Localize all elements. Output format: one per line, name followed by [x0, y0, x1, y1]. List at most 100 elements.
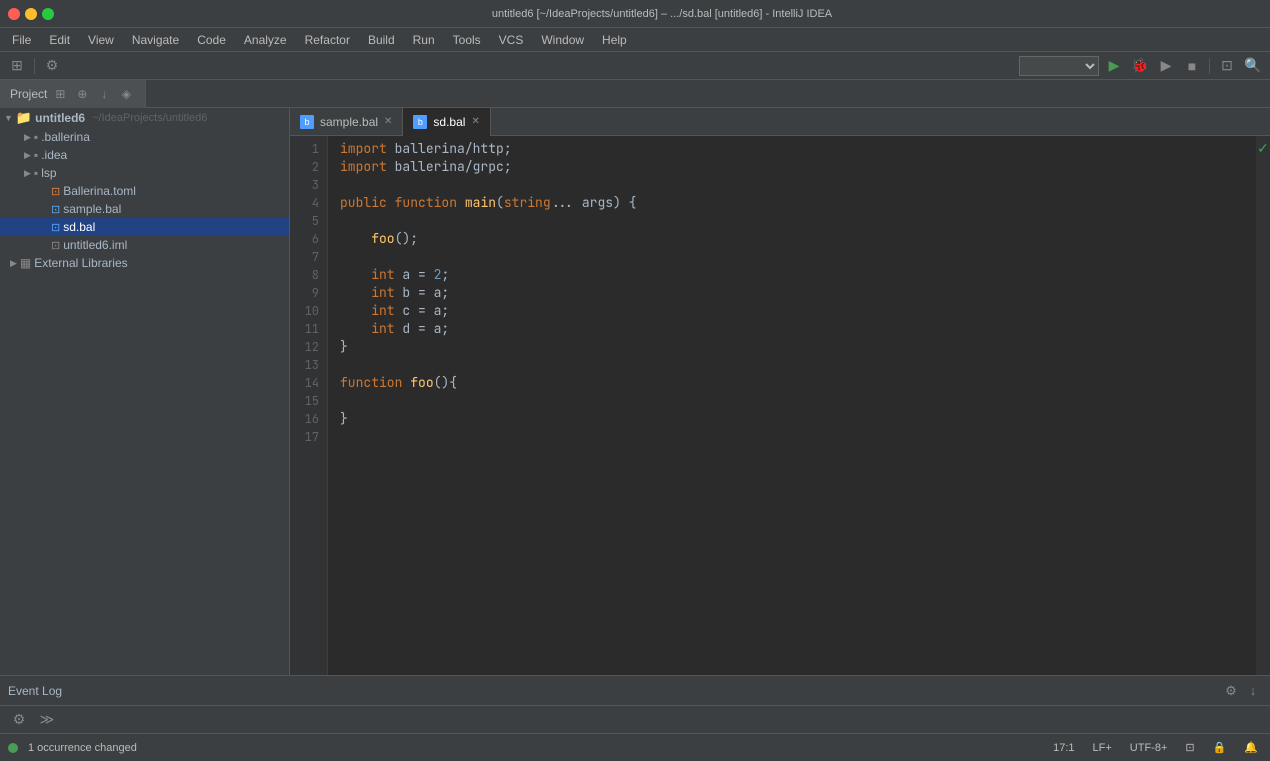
menu-refactor[interactable]: Refactor — [297, 31, 358, 49]
ext-libs-icon: ▦ — [20, 256, 31, 270]
search-everywhere-button[interactable]: 🔍 — [1242, 55, 1264, 77]
file-icon-toml: ⊡ — [51, 185, 60, 198]
menu-view[interactable]: View — [80, 31, 122, 49]
bottom-expand-icon[interactable]: ≫ — [36, 709, 58, 731]
status-bar: 1 occurrence changed 17:1 LF+ UTF-8+ ⊡ 🔒… — [0, 733, 1270, 761]
bottom-action-bar: ⚙ ≫ — [0, 705, 1270, 733]
tree-item-idea[interactable]: ▶ ▪ .idea — [0, 146, 289, 164]
menu-window[interactable]: Window — [533, 31, 592, 49]
status-left: 1 occurrence changed — [8, 740, 1045, 756]
minimize-button[interactable] — [25, 8, 37, 20]
tree-arrow-lsp: ▶ — [24, 168, 31, 179]
folder-icon-root: 📁 — [16, 110, 32, 126]
tab-close-sd[interactable]: ✕ — [471, 116, 479, 127]
status-indicator — [8, 743, 18, 753]
debug-button[interactable]: 🐞 — [1129, 55, 1151, 77]
window-title: untitled6 [~/IdeaProjects/untitled6] – .… — [62, 8, 1262, 20]
toolbar-settings-icon[interactable]: ⚙ — [41, 55, 63, 77]
project-tab[interactable]: Project ⊞ ⊕ ↓ ◈ — [0, 80, 146, 108]
tab-close-sample[interactable]: ✕ — [384, 116, 392, 127]
tree-label-sample-bal: sample.bal — [63, 202, 121, 216]
editor-area: b sample.bal ✕ b sd.bal ✕ 12345678910111… — [290, 108, 1270, 675]
tree-label-toml: Ballerina.toml — [63, 184, 136, 198]
tree-item-sample-bal[interactable]: ⊡ sample.bal — [0, 200, 289, 218]
project-tab-icon1[interactable]: ⊞ — [51, 85, 69, 103]
tree-item-ext-libs[interactable]: ▶ ▦ External Libraries — [0, 254, 289, 272]
tree-item-toml[interactable]: ⊡ Ballerina.toml — [0, 182, 289, 200]
tree-item-iml[interactable]: ⊡ untitled6.iml — [0, 236, 289, 254]
status-position[interactable]: 17:1 — [1049, 740, 1078, 756]
close-button[interactable] — [8, 8, 20, 20]
tree-label-iml: untitled6.iml — [63, 238, 127, 252]
toolbar-separator-2 — [1209, 58, 1210, 74]
event-log-title: Event Log — [8, 684, 62, 698]
tree-label-ext-libs: External Libraries — [34, 256, 127, 270]
tree-item-lsp[interactable]: ▶ ▪ lsp — [0, 164, 289, 182]
menu-bar: File Edit View Navigate Code Analyze Ref… — [0, 28, 1270, 52]
file-icon-sample-bal: ⊡ — [51, 203, 60, 216]
tree-item-ballerina[interactable]: ▶ ▪ .ballerina — [0, 128, 289, 146]
status-indent-icon[interactable]: ⊡ — [1181, 739, 1198, 756]
tree-label-idea: .idea — [41, 148, 67, 162]
tree-root[interactable]: ▼ 📁 untitled6 ~/IdeaProjects/untitled6 — [0, 108, 289, 128]
menu-vcs[interactable]: VCS — [491, 31, 532, 49]
menu-build[interactable]: Build — [360, 31, 403, 49]
project-tab-label: Project — [10, 87, 47, 101]
status-encoding[interactable]: UTF-8+ — [1126, 740, 1172, 756]
run-config-dropdown[interactable] — [1019, 56, 1099, 76]
file-icon-iml: ⊡ — [51, 239, 60, 252]
toolbar: ⊞ ⚙ ▶ 🐞 ▶ ■ ⊡ 🔍 — [0, 52, 1270, 80]
project-tab-icon2[interactable]: ⊕ — [73, 85, 91, 103]
tree-label-ballerina: .ballerina — [41, 130, 90, 144]
bottom-settings-icon[interactable]: ⚙ — [8, 709, 30, 731]
tab-icon-sample: b — [300, 115, 314, 129]
right-gutter: ✓ — [1256, 136, 1270, 675]
window-controls — [8, 8, 54, 20]
toolbar-right: ▶ 🐞 ▶ ■ ⊡ 🔍 — [1019, 55, 1264, 77]
menu-code[interactable]: Code — [189, 31, 234, 49]
tree-label-lsp: lsp — [41, 166, 56, 180]
file-icon-sd-bal: ⊡ — [51, 221, 60, 234]
status-right: 17:1 LF+ UTF-8+ ⊡ 🔒 🔔 — [1049, 739, 1262, 756]
code-content[interactable]: import ballerina/http;import ballerina/g… — [328, 136, 1256, 675]
main-layout: ▼ 📁 untitled6 ~/IdeaProjects/untitled6 ▶… — [0, 108, 1270, 675]
event-log-bar: Event Log ⚙ ↓ — [0, 675, 1270, 705]
status-occurrences[interactable]: 1 occurrence changed — [24, 740, 141, 756]
tab-sd-bal[interactable]: b sd.bal ✕ — [403, 108, 490, 136]
event-log-download-icon[interactable]: ↓ — [1244, 682, 1262, 700]
expand-button[interactable]: ⊡ — [1216, 55, 1238, 77]
project-tab-icon4[interactable]: ◈ — [117, 85, 135, 103]
editor-tab-bar: b sample.bal ✕ b sd.bal ✕ — [290, 108, 1270, 136]
code-editor[interactable]: 1234567891011121314151617 import balleri… — [290, 136, 1270, 675]
project-tab-bar: Project ⊞ ⊕ ↓ ◈ — [0, 80, 1270, 108]
gutter-check-icon: ✓ — [1257, 140, 1269, 158]
menu-analyze[interactable]: Analyze — [236, 31, 295, 49]
menu-navigate[interactable]: Navigate — [124, 31, 187, 49]
tree-item-sd-bal[interactable]: ⊡ sd.bal — [0, 218, 289, 236]
root-label: untitled6 — [35, 111, 85, 125]
tab-sample-bal[interactable]: b sample.bal ✕ — [290, 108, 403, 136]
tree-label-sd-bal: sd.bal — [63, 220, 95, 234]
folder-icon-ballerina: ▪ — [34, 130, 38, 144]
toolbar-separator-1 — [34, 58, 35, 74]
status-notifications-icon[interactable]: 🔔 — [1240, 739, 1262, 756]
stop-button[interactable]: ■ — [1181, 55, 1203, 77]
title-bar: untitled6 [~/IdeaProjects/untitled6] – .… — [0, 0, 1270, 28]
coverage-button[interactable]: ▶ — [1155, 55, 1177, 77]
status-line-ending[interactable]: LF+ — [1089, 740, 1116, 756]
run-button[interactable]: ▶ — [1103, 55, 1125, 77]
folder-icon-idea: ▪ — [34, 148, 38, 162]
menu-file[interactable]: File — [4, 31, 39, 49]
status-lock-icon[interactable]: 🔒 — [1209, 739, 1231, 756]
maximize-button[interactable] — [42, 8, 54, 20]
toolbar-project-icon[interactable]: ⊞ — [6, 55, 28, 77]
menu-edit[interactable]: Edit — [41, 31, 78, 49]
folder-icon-lsp: ▪ — [34, 166, 38, 180]
menu-tools[interactable]: Tools — [445, 31, 489, 49]
event-log-settings-icon[interactable]: ⚙ — [1222, 682, 1240, 700]
project-tab-icon3[interactable]: ↓ — [95, 85, 113, 103]
menu-run[interactable]: Run — [405, 31, 443, 49]
tab-label-sd: sd.bal — [433, 115, 465, 129]
tree-arrow-ext: ▶ — [10, 258, 17, 269]
menu-help[interactable]: Help — [594, 31, 635, 49]
